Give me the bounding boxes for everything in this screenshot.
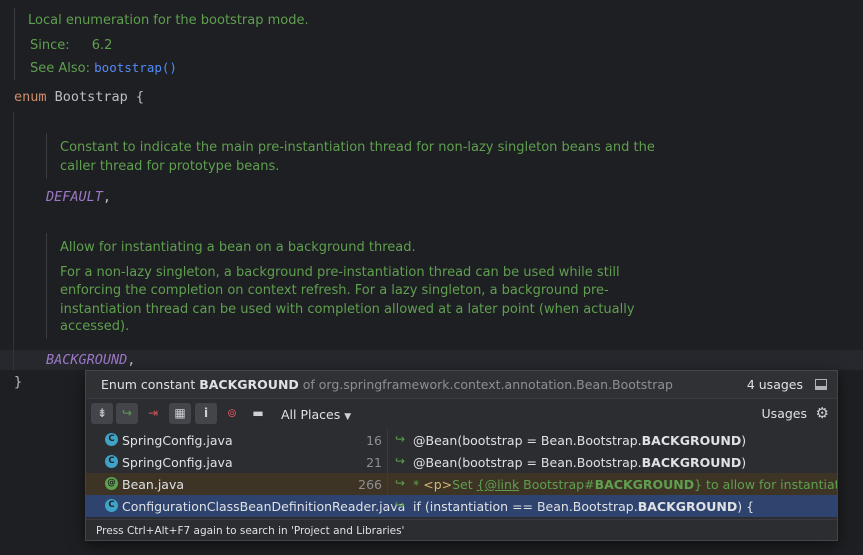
usage-arrow-icon: ↪	[395, 476, 406, 490]
doc-comment-background	[46, 233, 47, 339]
doc-default-line: caller thread for prototype beans.	[60, 159, 280, 174]
usage-line: 266	[358, 477, 382, 492]
background-constant: BACKGROUND	[46, 352, 128, 368]
usage-row[interactable]: C ConfigurationClassBeanDefinitionReader…	[86, 495, 837, 517]
popup-footer: Press Ctrl+Alt+F7 again to search in 'Pr…	[86, 519, 837, 540]
doc-default-line: Constant to indicate the main pre-instan…	[60, 140, 655, 155]
usage-file: Bean.java	[122, 477, 185, 492]
popup-toolbar: ⇟ ↪ ⇥ ▦ i ⊚ ▬ All Places ▼ Usages ⚙	[86, 400, 837, 429]
doc-background-line: Allow for instantiating a bean on a back…	[60, 240, 416, 255]
class-icon: C	[105, 455, 118, 468]
usage-snippet: if (instantiation == Bean.Bootstrap.BACK…	[413, 499, 755, 514]
doc-comment-default	[46, 133, 47, 179]
annotation-icon: @	[105, 477, 118, 490]
merge-usages-icon[interactable]: ⇟	[91, 403, 113, 424]
chevron-down-icon: ▼	[344, 412, 352, 422]
separator	[387, 429, 388, 451]
default-constant: DEFAULT	[46, 189, 103, 205]
comma: ,	[102, 189, 112, 205]
usage-row[interactable]: C SpringConfig.java 21 ↪ @Bean(bootstrap…	[86, 451, 837, 473]
usage-file: SpringConfig.java	[122, 433, 233, 448]
usages-label: Usages	[761, 406, 807, 421]
const-default[interactable]: DEFAULT,	[46, 189, 111, 205]
usage-arrow-icon: ↪	[395, 454, 406, 468]
navigate-exclude-icon[interactable]: ⇥	[142, 403, 164, 424]
usage-row[interactable]: C SpringConfig.java 16 ↪ @Bean(bootstrap…	[86, 429, 837, 451]
since-label: Since:	[30, 38, 70, 53]
usage-snippet: @Bean(bootstrap = Bean.Bootstrap.BACKGRO…	[413, 433, 747, 448]
navigate-next-icon[interactable]: ↪	[116, 403, 138, 424]
usage-line: 16	[366, 433, 382, 448]
doc-background-line: For a non-lazy singleton, a background p…	[60, 265, 620, 280]
usage-arrow-icon: ↪	[395, 498, 406, 512]
separator	[387, 451, 388, 473]
find-usages-popup[interactable]: Enum constant BACKGROUND of org.springfr…	[85, 370, 838, 541]
see-also-link[interactable]: bootstrap()	[94, 60, 177, 75]
usages-list: C SpringConfig.java 16 ↪ @Bean(bootstrap…	[86, 429, 837, 517]
enum-keyword: enum	[14, 89, 47, 105]
separator	[387, 473, 388, 495]
indent-guide	[13, 112, 14, 370]
closing-brace: }	[14, 374, 23, 390]
usage-snippet: @Bean(bootstrap = Bean.Bootstrap.BACKGRO…	[413, 455, 747, 470]
usage-line: 21	[366, 455, 382, 470]
enum-name: Bootstrap {	[54, 89, 145, 105]
preview-icon[interactable]: ▬	[247, 403, 269, 424]
comma: ,	[127, 352, 136, 368]
doc-background-line: accessed).	[60, 319, 130, 334]
usage-arrow-icon: ↪	[395, 432, 406, 446]
see-also-label: See Also:	[30, 61, 90, 76]
class-icon: C	[105, 433, 118, 446]
doc-background-line: enforcing the completion on context refr…	[60, 283, 609, 298]
doc-see-also: See Also: bootstrap()	[30, 60, 177, 76]
info-icon[interactable]: i	[195, 403, 217, 424]
const-background[interactable]: BACKGROUND,	[46, 352, 135, 368]
filter-icon[interactable]: ⊚	[221, 403, 243, 424]
doc-description: Local enumeration for the bootstrap mode…	[28, 13, 309, 28]
popup-title: Enum constant BACKGROUND of org.springfr…	[101, 377, 673, 392]
usage-row[interactable]: @ Bean.java 266 ↪ * <p>Set {@link Bootst…	[86, 473, 837, 495]
scope-dropdown[interactable]: All Places ▼	[281, 407, 351, 422]
usage-file: SpringConfig.java	[122, 455, 233, 470]
open-in-tool-window-icon[interactable]	[815, 379, 827, 390]
popup-header: Enum constant BACKGROUND of org.springfr…	[86, 371, 837, 399]
footer-hint: Press Ctrl+Alt+F7 again to search in 'Pr…	[96, 525, 405, 537]
enum-declaration[interactable]: enum Bootstrap {	[14, 89, 144, 105]
group-by-file-icon[interactable]: ▦	[169, 403, 191, 424]
usage-file: ConfigurationClassBeanDefinitionReader.j…	[122, 499, 406, 514]
class-icon: C	[105, 499, 118, 512]
since-value: 6.2	[91, 38, 113, 53]
doc-comment-bootstrap	[14, 8, 15, 80]
doc-since: Since: 6.2	[30, 38, 112, 53]
usage-snippet: * <p>Set {@link Bootstrap#BACKGROUND} to…	[413, 477, 837, 492]
gear-icon[interactable]: ⚙	[816, 404, 829, 422]
usages-count: 4 usages	[746, 377, 803, 392]
doc-background-line: instantiation thread can be used with co…	[60, 302, 635, 317]
